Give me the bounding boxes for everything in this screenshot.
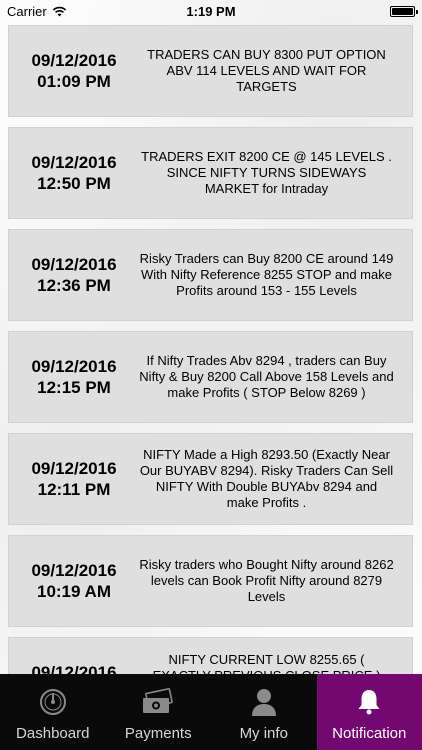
tab-payments[interactable]: Payments	[106, 674, 212, 750]
card-message: Risky traders who Bought Nifty around 82…	[139, 557, 394, 604]
card-message: NIFTY CURRENT LOW 8255.65 ( EXACTLY PREV…	[153, 652, 381, 674]
card-time: 01:09 PM	[37, 72, 111, 91]
card-date: 09/12/2016	[31, 51, 117, 70]
card-date: 09/12/2016	[31, 357, 117, 376]
card-datetime: 09/12/2016 12:15 PM	[9, 356, 139, 398]
tab-label: Notification	[332, 725, 407, 742]
tab-dashboard[interactable]: Dashboard	[0, 674, 106, 750]
card-message: Risky Traders can Buy 8200 CE around 149…	[139, 251, 394, 298]
card-time: 12:15 PM	[37, 378, 111, 397]
notification-card[interactable]: 09/12/2016 12:15 PM If Nifty Trades Abv …	[8, 331, 413, 423]
tab-bar: Dashboard Payments My info Notification	[0, 674, 422, 750]
card-datetime: 09/12/2016 12:11 PM	[9, 458, 139, 500]
card-message: TRADERS EXIT 8200 CE @ 145 LEVELS . SINC…	[141, 149, 392, 196]
card-time: 12:11 PM	[37, 480, 111, 499]
card-datetime: 09/12/2016 10:19 AM	[9, 560, 139, 602]
tab-label: Payments	[124, 725, 192, 742]
tab-label: Dashboard	[16, 725, 90, 742]
card-message: If Nifty Trades Abv 8294 , traders can B…	[139, 353, 394, 400]
status-left: Carrier	[7, 4, 67, 19]
money-icon	[141, 685, 175, 719]
card-time: 12:36 PM	[37, 276, 111, 295]
card-datetime: 09/12/2016 12:50 PM	[9, 152, 139, 194]
card-time: 12:50 PM	[37, 174, 111, 193]
tab-my-info[interactable]: My info	[211, 674, 317, 750]
card-date: 09/12/2016	[31, 459, 117, 478]
card-date: 09/12/2016	[31, 153, 117, 172]
card-datetime: 09/12/2016 01:09 PM	[9, 50, 139, 92]
card-date: 09/12/2016	[31, 255, 117, 274]
card-message: TRADERS CAN BUY 8300 PUT OPTION ABV 114 …	[147, 47, 386, 94]
notification-card[interactable]: 09/12/2016 01:09 PM TRADERS CAN BUY 8300…	[8, 25, 413, 117]
battery-icon	[390, 5, 418, 17]
notification-card[interactable]: 09/12/2016 12:50 PM TRADERS EXIT 8200 CE…	[8, 127, 413, 219]
notification-card[interactable]: 09/12/2016 12:11 PM NIFTY Made a High 82…	[8, 433, 413, 525]
card-time: 10:19 AM	[36, 582, 111, 601]
card-message: NIFTY Made a High 8293.50 (Exactly Near …	[139, 447, 394, 510]
card-datetime: 09/12/2016 12:36 PM	[9, 254, 139, 296]
wifi-icon	[52, 6, 66, 16]
bell-icon	[352, 685, 386, 719]
card-date: 09/12/2016	[31, 663, 117, 674]
tab-notification[interactable]: Notification	[316, 674, 422, 750]
user-icon	[247, 685, 281, 719]
notification-card[interactable]: 09/12/2016 12:36 PM Risky Traders can Bu…	[8, 229, 413, 321]
notification-card[interactable]: 09/12/2016 NIFTY CURRENT LOW 8255.65 ( E…	[8, 637, 413, 674]
status-bar: Carrier 1:19 PM	[0, 0, 422, 22]
notification-card[interactable]: 09/12/2016 10:19 AM Risky traders who Bo…	[8, 535, 413, 627]
notification-feed[interactable]: 09/12/2016 01:09 PM TRADERS CAN BUY 8300…	[0, 22, 422, 674]
carrier-label: Carrier	[7, 3, 47, 19]
dashboard-gauge-icon	[36, 685, 70, 719]
tab-label: My info	[239, 725, 288, 742]
battery-fill	[392, 7, 413, 15]
card-datetime: 09/12/2016	[9, 652, 139, 674]
card-date: 09/12/2016	[31, 561, 117, 580]
